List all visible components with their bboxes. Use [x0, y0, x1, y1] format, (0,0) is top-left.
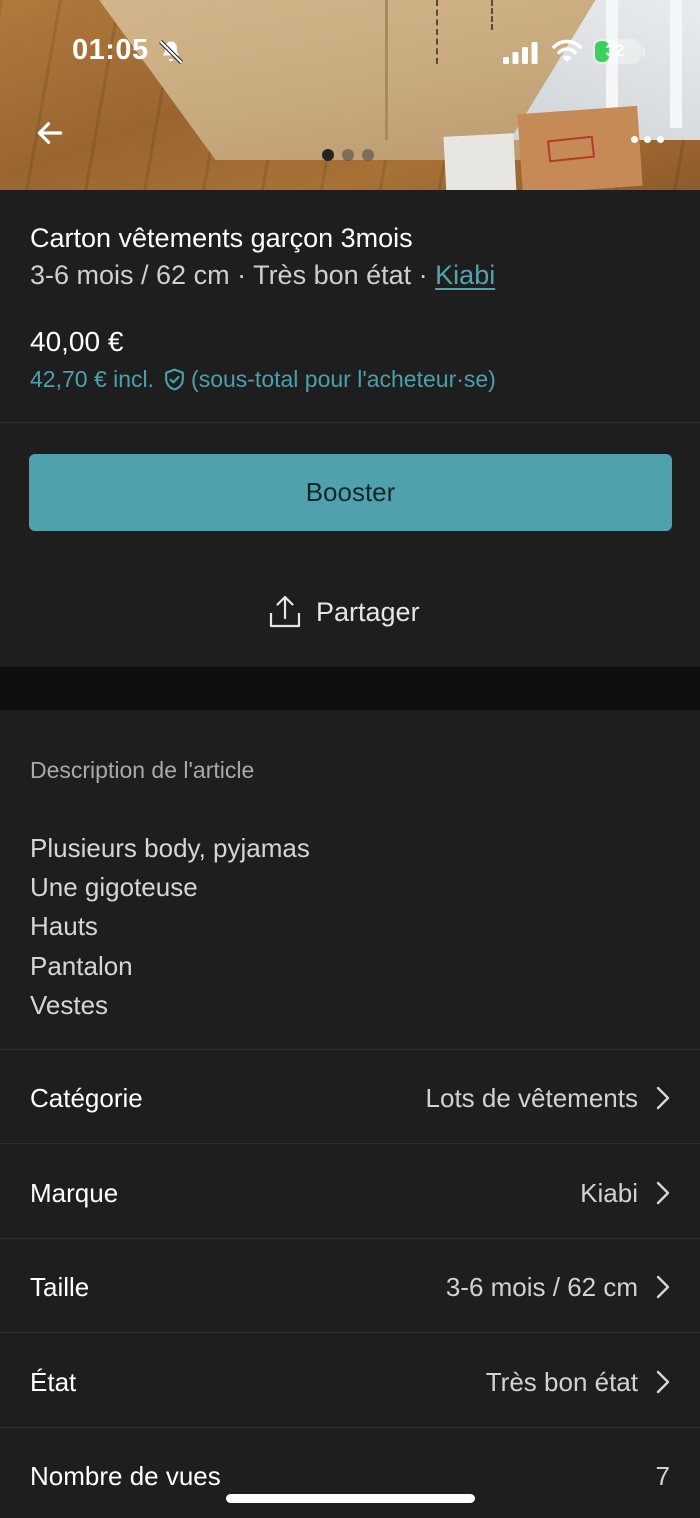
detail-row-category[interactable]: Catégorie Lots de vêtements	[0, 1051, 700, 1145]
brand-link[interactable]: Kiabi	[435, 260, 495, 290]
description-line: Plusieurs body, pyjamas	[30, 833, 310, 863]
share-label: Partager	[316, 596, 420, 627]
shield-check-icon	[162, 367, 187, 392]
chevron-right-icon	[656, 1370, 670, 1394]
divider	[0, 1049, 700, 1050]
product-size: 3-6 mois / 62 cm	[30, 260, 230, 290]
detail-label: État	[30, 1366, 77, 1397]
chevron-right-icon	[656, 1181, 670, 1205]
divider	[0, 1332, 700, 1333]
signal-icon	[503, 42, 538, 64]
detail-row-condition[interactable]: État Très bon état	[0, 1335, 700, 1429]
gallery-pagination[interactable]	[322, 149, 374, 161]
detail-row-brand[interactable]: Marque Kiabi	[0, 1146, 700, 1240]
arrow-left-icon[interactable]	[34, 117, 66, 149]
detail-label: Taille	[30, 1271, 90, 1302]
divider	[0, 1427, 700, 1428]
wifi-icon	[552, 39, 582, 62]
detail-label: Catégorie	[30, 1082, 143, 1113]
gallery-dot[interactable]	[322, 149, 334, 161]
item-page: 01:05 32 Carton vêtements garçon 3mois 3…	[0, 0, 700, 1518]
detail-label: Marque	[30, 1177, 119, 1208]
description-line: Vestes	[30, 989, 109, 1020]
buyer-price-amount: 42,70 € incl.	[30, 366, 155, 392]
more-horizontal-icon[interactable]	[631, 130, 670, 148]
buyer-price[interactable]: 42,70 € incl. (sous-total pour l'acheteu…	[30, 366, 496, 393]
bell-off-icon	[159, 40, 183, 64]
product-condition: Très bon état	[253, 260, 412, 290]
gallery-dot[interactable]	[342, 149, 354, 161]
detail-value: Très bon état	[485, 1366, 638, 1397]
battery-indicator: 32	[593, 39, 641, 64]
detail-value: 3-6 mois / 62 cm	[445, 1271, 638, 1302]
divider	[0, 422, 700, 423]
product-subtitle: 3-6 mois / 62 cm · Très bon état · Kiabi	[30, 260, 496, 290]
home-indicator[interactable]	[226, 1494, 475, 1503]
buyer-price-note: (sous-total pour l'acheteur·se)	[191, 366, 496, 392]
booster-button[interactable]: Booster	[29, 454, 672, 531]
battery-level: 32	[605, 41, 625, 60]
description-heading: Description de l'article	[30, 757, 255, 783]
detail-row-size[interactable]: Taille 3-6 mois / 62 cm	[0, 1240, 700, 1334]
divider	[0, 1238, 700, 1239]
product-price: 40,00 €	[30, 326, 124, 357]
share-button[interactable]: Partager	[268, 594, 420, 630]
detail-label: Nombre de vues	[30, 1460, 221, 1491]
detail-row-views: Nombre de vues 7	[0, 1429, 700, 1518]
description-line: Une gigoteuse	[30, 872, 198, 903]
divider	[0, 1143, 700, 1144]
gallery-dot[interactable]	[362, 149, 374, 161]
description-body: Plusieurs body, pyjamas Une gigoteuse Ha…	[30, 829, 310, 1025]
share-icon	[269, 595, 301, 628]
description-line: Hauts	[30, 911, 98, 942]
status-time: 01:05	[72, 34, 149, 66]
chevron-right-icon	[656, 1086, 670, 1110]
section-separator	[0, 667, 700, 710]
chevron-right-icon	[656, 1275, 670, 1299]
detail-value: Kiabi	[580, 1177, 638, 1208]
view-count: 7	[655, 1460, 670, 1491]
description-line: Pantalon	[30, 950, 133, 981]
product-title: Carton vêtements garçon 3mois	[30, 223, 413, 253]
product-photo[interactable]	[0, 0, 700, 190]
detail-value: Lots de vêtements	[425, 1082, 638, 1113]
